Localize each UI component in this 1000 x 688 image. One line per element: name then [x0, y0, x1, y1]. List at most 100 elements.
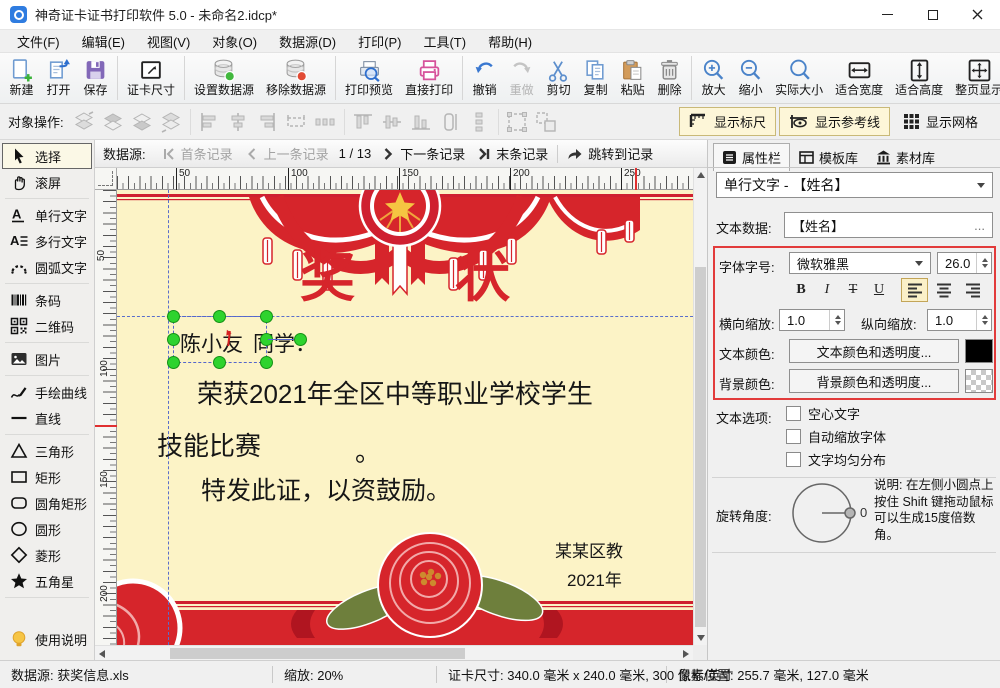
text-color-button[interactable]: 文本颜色和透明度...: [789, 339, 959, 363]
rotation-handle[interactable]: [294, 333, 307, 346]
tool-barcode[interactable]: 条码: [2, 287, 92, 313]
menu-edit[interactable]: 编辑(E): [71, 30, 136, 53]
maximize-button[interactable]: [910, 0, 955, 29]
distribute-h-button[interactable]: [311, 108, 340, 136]
save-button[interactable]: 保存: [77, 54, 114, 102]
tool-line[interactable]: 直线: [2, 405, 92, 431]
copy-button[interactable]: 复制: [577, 54, 614, 102]
paste-button[interactable]: 粘贴: [614, 54, 651, 102]
scroll-down-arrow[interactable]: [697, 635, 705, 641]
tool-single-line-text[interactable]: A单行文字: [2, 202, 92, 228]
next-record-button[interactable]: 下一条记录: [375, 144, 471, 163]
cut-button[interactable]: 剪切: [540, 54, 577, 102]
scroll-right-arrow[interactable]: [683, 650, 689, 658]
send-backward-button[interactable]: [128, 108, 157, 136]
auto-scale-font-option[interactable]: 自动缩放字体: [786, 427, 886, 446]
align-text-center-button[interactable]: [930, 278, 957, 302]
year-text[interactable]: 2021年: [567, 566, 622, 591]
undo-button[interactable]: 撤销: [466, 54, 503, 102]
new-button[interactable]: 新建: [3, 54, 40, 102]
print-preview-button[interactable]: 打印预览: [339, 54, 399, 102]
show-grid-toggle[interactable]: 显示网格: [893, 107, 988, 136]
whole-page-button[interactable]: 整页显示: [949, 54, 1000, 102]
selection-handle-s[interactable]: [213, 356, 226, 369]
card-size-button[interactable]: 证卡尺寸: [121, 54, 181, 102]
tool-diamond[interactable]: 菱形: [2, 542, 92, 568]
checkbox-icon[interactable]: [786, 406, 801, 421]
menu-print[interactable]: 打印(P): [347, 30, 412, 53]
issuer-text[interactable]: 某某区教: [555, 537, 623, 562]
tool-pan[interactable]: 滚屏: [2, 169, 92, 195]
bg-color-swatch[interactable]: [965, 369, 993, 393]
ungroup-button[interactable]: [532, 108, 561, 136]
scroll-up-arrow[interactable]: [697, 172, 705, 178]
goto-record-button[interactable]: 跳转到记录: [561, 144, 659, 163]
selection-handle-ne[interactable]: [260, 310, 273, 323]
same-width-button[interactable]: [282, 108, 311, 136]
redo-button[interactable]: 重做: [503, 54, 540, 102]
body-line2-text[interactable]: 技能比赛: [157, 426, 261, 463]
remove-datasource-button[interactable]: 移除数据源: [260, 54, 332, 102]
menu-datasource[interactable]: 数据源(D): [268, 30, 347, 53]
show-guides-toggle[interactable]: 显示参考线: [779, 107, 890, 136]
align-text-right-button[interactable]: [959, 278, 986, 302]
group-button[interactable]: [503, 108, 532, 136]
menu-tools[interactable]: 工具(T): [412, 30, 477, 53]
scroll-left-arrow[interactable]: [99, 650, 105, 658]
selection-handle-se[interactable]: [260, 356, 273, 369]
tool-circle[interactable]: 圆形: [2, 516, 92, 542]
italic-button[interactable]: I: [815, 279, 839, 301]
vertical-scroll-thumb[interactable]: [695, 267, 706, 627]
bring-to-front-button[interactable]: [70, 108, 99, 136]
align-middle-button[interactable]: [378, 108, 407, 136]
spinner-arrows-icon[interactable]: [976, 310, 988, 330]
zoom-out-button[interactable]: 缩小: [732, 54, 769, 102]
certificate-page[interactable]: 奖 状 陈小友 同学： 荣获2021年全区中等职业学校学生 技能比赛 。 特发此…: [117, 190, 693, 645]
body-line2-period[interactable]: 。: [355, 432, 381, 469]
rotation-dial[interactable]: [786, 477, 860, 551]
fit-height-button[interactable]: 适合高度: [889, 54, 949, 102]
horizontal-scroll-thumb[interactable]: [170, 648, 465, 659]
body-line3-text[interactable]: 特发此证，以资鼓励。: [201, 471, 451, 507]
menu-object[interactable]: 对象(O): [201, 30, 268, 53]
tool-rectangle[interactable]: 矩形: [2, 464, 92, 490]
last-record-button[interactable]: 末条记录: [471, 144, 554, 163]
menu-help[interactable]: 帮助(H): [477, 30, 543, 53]
font-size-spinner[interactable]: 26.0: [937, 252, 992, 274]
object-selector-dropdown[interactable]: 单行文字 - 【姓名】: [716, 172, 993, 198]
close-button[interactable]: [955, 0, 1000, 29]
even-distribution-option[interactable]: 文字均匀分布: [786, 450, 886, 469]
v-scale-spinner[interactable]: 1.0: [927, 309, 992, 331]
fit-width-button[interactable]: 适合宽度: [829, 54, 889, 102]
direct-print-button[interactable]: 直接打印: [399, 54, 459, 102]
align-top-button[interactable]: [349, 108, 378, 136]
spinner-arrows-icon[interactable]: [976, 253, 988, 273]
first-record-button[interactable]: 首条记录: [156, 144, 239, 163]
tool-rounded-rectangle[interactable]: 圆角矩形: [2, 490, 92, 516]
underline-button[interactable]: U: [867, 279, 891, 301]
checkbox-icon[interactable]: [786, 452, 801, 467]
align-center-button[interactable]: [224, 108, 253, 136]
menu-view[interactable]: 视图(V): [136, 30, 201, 53]
selection-handle-sw[interactable]: [167, 356, 180, 369]
certificate-title[interactable]: 奖 状: [117, 250, 693, 305]
text-data-field[interactable]: 【姓名】 ...: [784, 212, 993, 238]
menu-file[interactable]: 文件(F): [6, 30, 71, 53]
text-color-swatch[interactable]: [965, 339, 993, 363]
selection-handle-nw[interactable]: [167, 310, 180, 323]
horizontal-scrollbar[interactable]: [95, 645, 693, 660]
open-button[interactable]: 打开: [40, 54, 77, 102]
selection-box[interactable]: [173, 316, 267, 363]
vertical-scrollbar[interactable]: [693, 168, 707, 645]
tool-image[interactable]: 图片: [2, 346, 92, 372]
spinner-arrows-icon[interactable]: [829, 310, 841, 330]
align-bottom-button[interactable]: [407, 108, 436, 136]
align-right-button[interactable]: [253, 108, 282, 136]
set-datasource-button[interactable]: 设置数据源: [188, 54, 260, 102]
tool-multi-line-text[interactable]: A多行文字: [2, 228, 92, 254]
align-left-button[interactable]: [195, 108, 224, 136]
tool-star[interactable]: 五角星: [2, 568, 92, 594]
checkbox-icon[interactable]: [786, 429, 801, 444]
bring-forward-button[interactable]: [99, 108, 128, 136]
distribute-v-button[interactable]: [465, 108, 494, 136]
